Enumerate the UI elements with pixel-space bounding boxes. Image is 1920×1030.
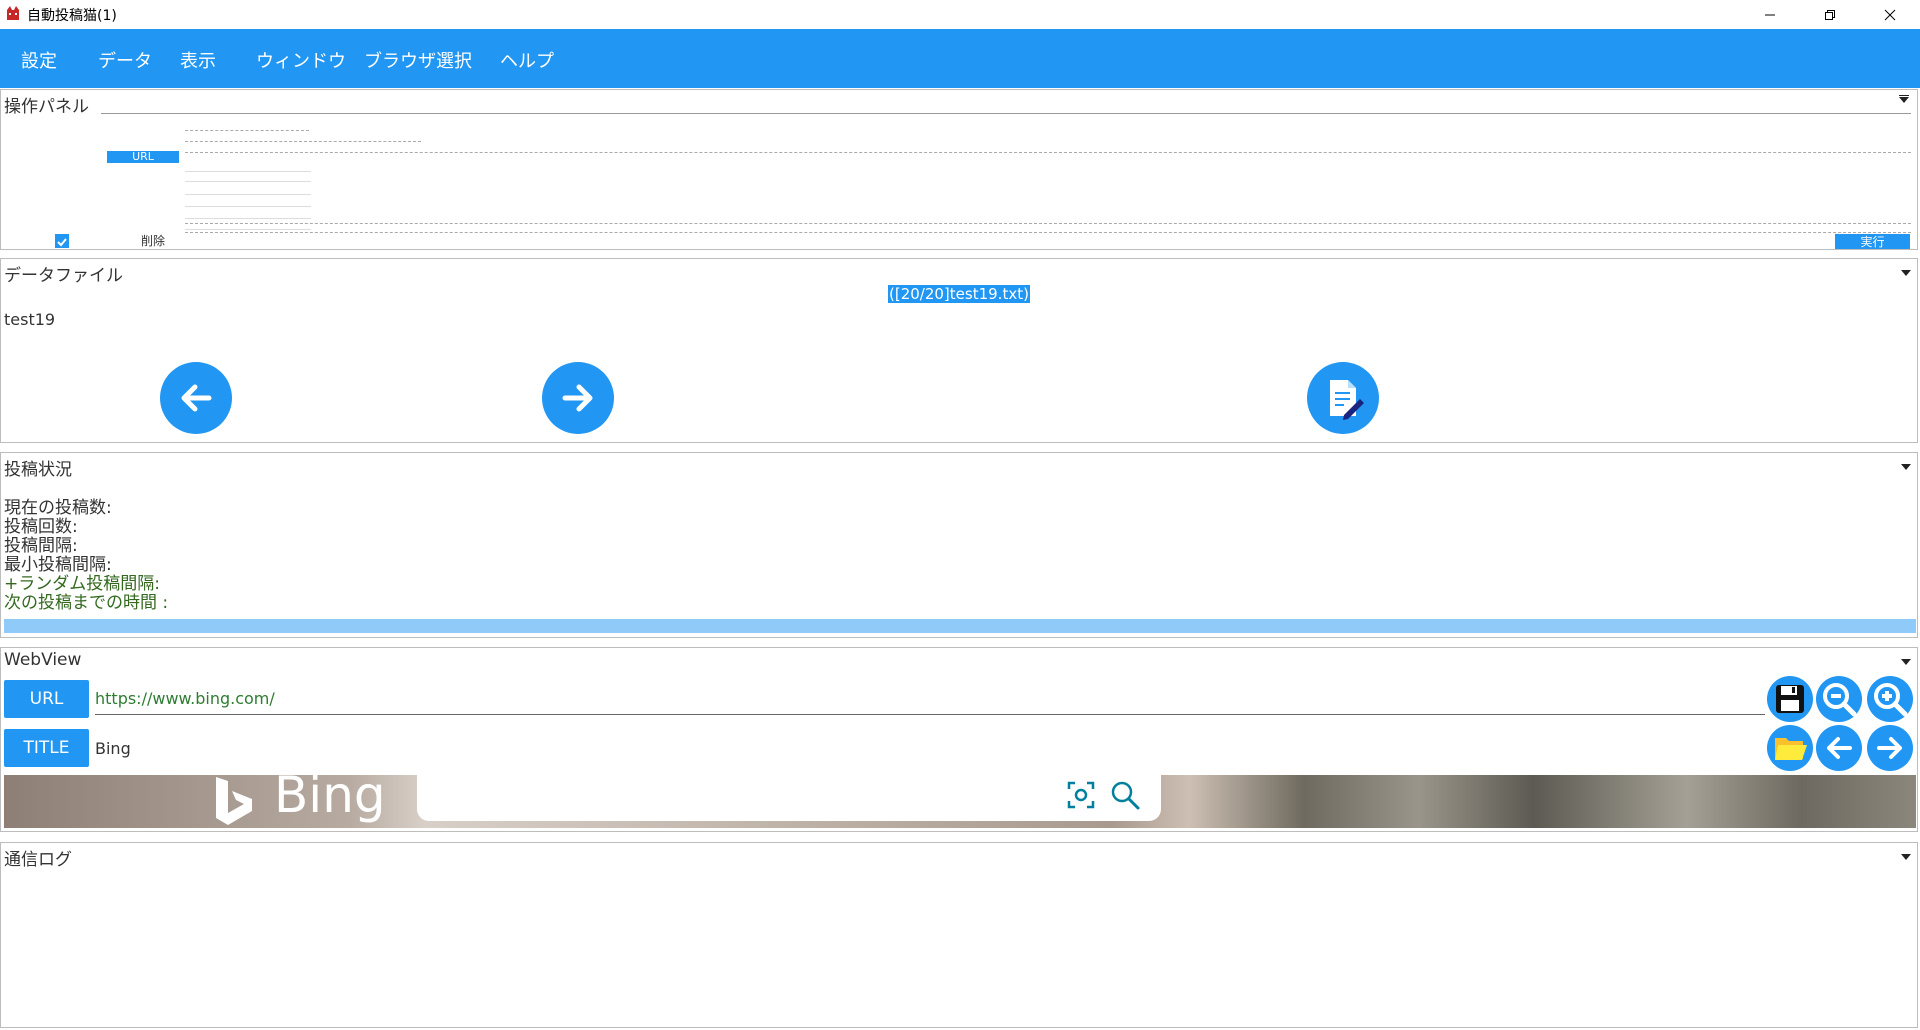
dash-line <box>185 223 1911 224</box>
arrow-left-icon <box>181 384 212 412</box>
post-count-label: 投稿回数: <box>4 517 78 537</box>
arrow-left-icon <box>1827 737 1852 759</box>
operation-panel-collapse-bar <box>1899 95 1909 96</box>
next-post-time-label: 次の投稿までの時間 : <box>4 593 169 613</box>
floppy-disk-icon <box>1776 685 1804 713</box>
checkbox-checked[interactable] <box>55 234 69 248</box>
bing-logo-text: Bing <box>274 775 386 824</box>
arrow-right-icon <box>1877 737 1902 759</box>
visual-search-icon[interactable] <box>1065 779 1097 811</box>
webview-page-title: Bing <box>95 739 131 758</box>
post-interval-label: 投稿間隔: <box>4 536 78 556</box>
webview-url-input[interactable] <box>95 682 1765 715</box>
webview-panel-title: WebView <box>4 650 82 670</box>
list-line <box>185 171 311 172</box>
post-status-collapse-icon[interactable] <box>1901 464 1911 470</box>
close-icon <box>1884 9 1896 20</box>
zoom-in-button[interactable] <box>1867 676 1913 722</box>
dash-line <box>185 152 1911 153</box>
dash-line <box>185 141 421 142</box>
data-content: test19 <box>4 310 56 329</box>
webview-title-button[interactable]: TITLE <box>4 729 89 767</box>
comm-log-collapse-icon[interactable] <box>1901 854 1911 860</box>
operation-url-button[interactable]: URL <box>107 151 179 163</box>
zoom-out-button[interactable] <box>1816 676 1862 722</box>
next-data-button[interactable] <box>542 362 614 434</box>
list-line <box>185 181 311 182</box>
zoom-in-icon <box>1874 683 1908 717</box>
menu-help[interactable]: ヘルプ <box>500 47 554 73</box>
post-progress-fill <box>4 619 1916 633</box>
arrow-right-icon <box>562 384 593 412</box>
title-bar: 自動投稿猫(1) <box>0 0 1920 29</box>
dash-line <box>185 232 1911 233</box>
menu-settings[interactable]: 設定 <box>21 47 57 73</box>
operation-panel: 操作パネル URL 削除 実行 <box>0 89 1918 250</box>
browser-back-button[interactable] <box>1816 725 1862 771</box>
app-cat-icon <box>5 6 21 22</box>
browser-forward-button[interactable] <box>1867 725 1913 771</box>
list-line <box>185 229 311 230</box>
search-icon[interactable] <box>1109 779 1141 811</box>
bing-search-box[interactable] <box>417 775 1161 821</box>
close-button[interactable] <box>1865 0 1915 29</box>
checkmark-icon <box>57 238 67 247</box>
random-interval-label: +ランダム投稿間隔: <box>4 574 160 594</box>
menu-window[interactable]: ウィンドウ <box>256 47 346 73</box>
operation-panel-collapse-icon[interactable] <box>1899 97 1909 103</box>
comm-log-panel: 通信ログ <box>0 842 1918 1028</box>
min-post-interval-label: 最小投稿間隔: <box>4 555 112 575</box>
delete-label: 削除 <box>141 234 166 248</box>
list-line <box>185 206 311 207</box>
menu-bar: 設定 データ 表示 ウィンドウ ブラウザ選択 ヘルプ <box>0 29 1920 88</box>
prev-data-button[interactable] <box>160 362 232 434</box>
comm-log-panel-title: 通信ログ <box>4 850 72 870</box>
restore-button[interactable] <box>1805 0 1855 29</box>
minimize-icon <box>1765 14 1775 15</box>
edit-document-icon <box>1330 380 1364 420</box>
webview-panel: WebView URL TITLE Bing Bing <box>0 647 1918 832</box>
post-status-panel: 投稿状況 現在の投稿数: 投稿回数: 投稿間隔: 最小投稿間隔: +ランダム投稿… <box>0 452 1918 638</box>
webview-url-button[interactable]: URL <box>4 680 89 718</box>
minimize-button[interactable] <box>1745 0 1795 29</box>
dash-line <box>185 130 309 131</box>
list-line <box>185 194 311 195</box>
save-button[interactable] <box>1767 676 1813 722</box>
operation-panel-title: 操作パネル <box>4 97 89 117</box>
restore-icon <box>1825 9 1835 20</box>
folder-icon <box>1775 738 1807 760</box>
post-status-panel-title: 投稿状況 <box>4 460 72 480</box>
data-file-panel-title: データファイル <box>4 266 123 286</box>
menu-view[interactable]: 表示 <box>180 47 216 73</box>
webview-collapse-icon[interactable] <box>1901 659 1911 665</box>
file-info-label: ([20/20]test19.txt) <box>888 285 1030 303</box>
current-post-count-label: 現在の投稿数: <box>4 498 112 518</box>
data-file-panel: データファイル ([20/20]test19.txt) test19 <box>0 258 1918 443</box>
menu-data[interactable]: データ <box>98 47 152 73</box>
bing-logo-icon <box>216 777 252 825</box>
edit-file-button[interactable] <box>1307 362 1379 434</box>
zoom-out-icon <box>1823 683 1857 717</box>
post-status-lines: 現在の投稿数: 投稿回数: 投稿間隔: 最小投稿間隔: +ランダム投稿間隔: 次… <box>4 499 168 613</box>
menu-browser-select[interactable]: ブラウザ選択 <box>364 47 472 73</box>
list-line <box>185 218 311 219</box>
webview-content[interactable]: Bing <box>4 775 1916 828</box>
open-folder-button[interactable] <box>1767 725 1813 771</box>
data-file-collapse-icon[interactable] <box>1901 270 1911 276</box>
window-title: 自動投稿猫(1) <box>27 8 117 24</box>
operation-panel-header-line <box>101 113 1911 114</box>
run-button[interactable]: 実行 <box>1835 234 1910 249</box>
post-progress-bar <box>4 619 1916 633</box>
